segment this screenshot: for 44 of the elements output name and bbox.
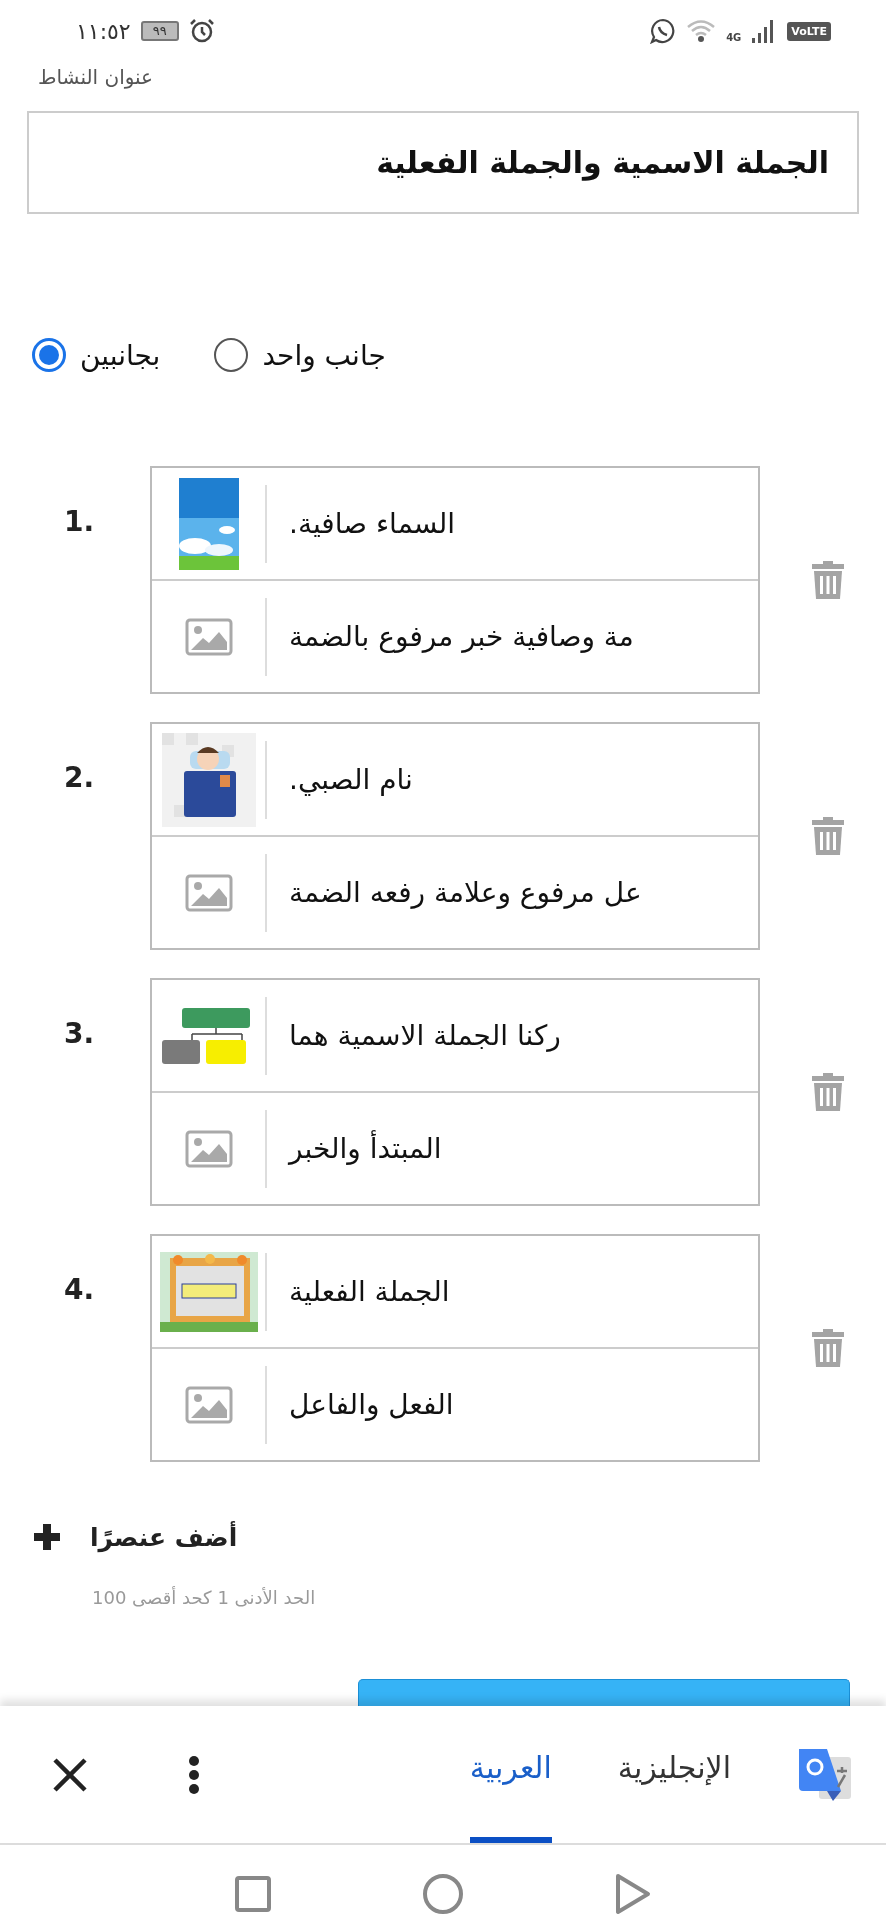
item-text[interactable]: مة وصافية خبر مرفوع بالضمة [267,620,634,653]
image-placeholder-icon[interactable] [184,873,233,912]
image-placeholder-icon[interactable] [184,617,233,656]
plus-icon[interactable] [32,1522,62,1552]
add-item-button[interactable]: أضف عنصرًا [90,1522,238,1552]
trash-icon[interactable] [811,1328,845,1368]
close-icon[interactable] [52,1756,88,1793]
section-label: عنوان النشاط [38,64,155,91]
network-type: 4G [726,32,742,43]
home-icon[interactable] [422,1872,464,1915]
limit-hint: الحد الأدنى 1 كحد أقصى 100 [91,1585,317,1610]
status-time: ١١:٥٢ [76,18,131,44]
language-tab[interactable]: الإنجليزية [617,1706,731,1843]
radio-label[interactable]: جانب واحد [262,338,386,372]
volte-indicator: VoLTE [787,21,831,41]
item-text[interactable]: الفعل والفاعل [267,1388,454,1421]
translate-icon[interactable] [797,1746,853,1803]
trash-icon[interactable] [811,560,845,600]
item-number: 1. [64,505,95,538]
radio-button[interactable] [214,338,249,372]
item-text[interactable]: ركنا الجملة الاسمية هما [267,1019,561,1052]
image-placeholder-icon[interactable] [184,1385,233,1424]
item-text[interactable]: الجملة الفعلية [267,1275,450,1308]
more-options-icon[interactable] [188,1754,200,1795]
wifi-icon [686,19,717,43]
alarm-icon [188,18,215,44]
item-text[interactable]: نام الصبي. [267,763,413,796]
item-number: 4. [64,1273,95,1306]
recent-apps-icon[interactable] [234,1874,272,1913]
item-text[interactable]: السماء صافية. [267,507,456,540]
radio-label[interactable]: بجانبين [80,338,161,372]
item-number: 3. [64,1017,95,1050]
radio-button[interactable] [32,338,66,372]
battery-level: ٩٩ [140,21,179,41]
title-field[interactable]: الجملة الاسمية والجملة الفعلية [27,111,859,214]
trash-icon[interactable] [811,1072,845,1112]
trash-icon[interactable] [811,816,845,856]
item-text[interactable]: المبتدأ والخبر [267,1132,442,1165]
language-tab[interactable]: العربية [469,1706,552,1843]
back-icon[interactable] [614,1872,652,1915]
chat-bubble-icon [650,18,677,44]
item-number: 2. [64,761,95,794]
item-text[interactable]: عل مرفوع وعلامة رفعه الضمة [267,876,642,909]
image-placeholder-icon[interactable] [184,1129,233,1168]
